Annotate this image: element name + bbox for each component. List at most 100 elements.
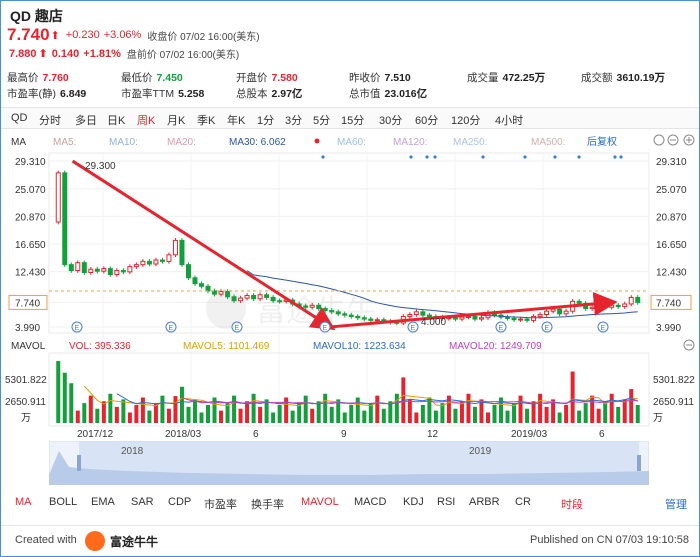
period-tab[interactable]: 月K <box>167 112 185 128</box>
svg-text:E: E <box>75 325 80 332</box>
navigator-left-handle[interactable] <box>77 455 81 471</box>
price-tick-right: 7.740 <box>656 298 681 309</box>
indicator-tab[interactable]: CDP <box>168 496 191 508</box>
svg-text:富途牛牛: 富途牛牛 <box>256 295 376 328</box>
candle-body <box>472 315 478 320</box>
period-tab[interactable]: 分时 <box>39 112 61 128</box>
price-tick-right: 3.990 <box>656 323 681 334</box>
volume-bar <box>284 397 289 423</box>
volume-bar <box>323 393 328 423</box>
candle-body <box>81 262 87 274</box>
period-tab[interactable]: 季K <box>197 112 215 128</box>
indicator-tab[interactable]: KDJ <box>403 496 424 508</box>
period-tab[interactable]: 周K <box>137 112 155 128</box>
candle-body <box>478 317 484 320</box>
stat-item: 开盘价 7.580 <box>236 70 298 85</box>
indicator-tab[interactable]: ARBR <box>469 496 500 508</box>
candle-body <box>172 239 178 256</box>
candle-body <box>159 259 165 262</box>
indicator-tab[interactable]: MACD <box>354 496 386 508</box>
svg-text:E: E <box>601 325 606 332</box>
vol-unit-right: 万 <box>653 413 663 424</box>
volume-bar <box>544 406 549 423</box>
stat-value: 7.450 <box>156 72 183 84</box>
indicator-tab[interactable]: SAR <box>131 496 154 508</box>
candle-body <box>635 296 641 303</box>
navigator-right-handle[interactable] <box>637 455 641 471</box>
volume-bar <box>349 404 354 423</box>
svg-text:E: E <box>545 325 550 332</box>
price-tick-left: 12.430 <box>15 268 46 279</box>
time-tick: 2018/03 <box>165 429 202 440</box>
candle-body <box>550 308 556 312</box>
info-icon[interactable] <box>653 134 665 146</box>
manage-button[interactable]: 管理 <box>665 496 687 512</box>
candle-body <box>75 262 81 272</box>
volume-bar <box>310 408 315 423</box>
volume-bar <box>108 393 113 423</box>
period-tab[interactable]: 3分 <box>285 112 302 128</box>
candle-body <box>420 311 426 316</box>
candle-body <box>120 270 126 273</box>
candle-body <box>199 283 204 287</box>
volume-bar <box>219 410 224 423</box>
kline-chart[interactable]: MA MA5: MA10: MA20: MA30: 6.062 MA60: MA120: M… <box>1 131 700 461</box>
indicator-tab[interactable]: 换手率 <box>251 496 284 512</box>
indicator-tab[interactable]: 市盈率 <box>204 496 237 512</box>
volume-bar <box>179 386 184 423</box>
period-tabs: QD 分时 多日 日K 周K 月K 季K 年K 1分 3分 5分 15分 30分 60分 120分 4小时 <box>1 107 699 129</box>
vol-tick-right-top: 5301.822 <box>653 375 695 386</box>
candle-body <box>413 311 419 315</box>
time-tick: 6 <box>599 429 605 440</box>
stat-label: 市盈率(静) <box>7 88 56 100</box>
period-tab[interactable]: 15分 <box>341 112 364 128</box>
period-tab[interactable]: QD <box>11 112 28 124</box>
navigator-canvas[interactable]: 2018 2019 <box>48 440 650 486</box>
period-tab[interactable]: 日K <box>107 112 125 128</box>
volume-bar <box>616 406 621 423</box>
indicator-tab[interactable]: 时段 <box>561 496 583 512</box>
time-tick: 6 <box>253 429 259 440</box>
candle-body <box>518 318 524 321</box>
volume-bar <box>603 401 608 423</box>
period-tab[interactable]: 1分 <box>257 112 274 128</box>
period-tab[interactable]: 30分 <box>379 112 402 128</box>
indicator-tab[interactable]: MA <box>15 496 32 508</box>
period-tab[interactable]: 年K <box>227 112 245 128</box>
stat-item: 总市值 23.016亿 <box>349 86 427 101</box>
premarket-change-pct: +1.81% <box>83 47 121 60</box>
volume-bar <box>56 361 61 423</box>
candle-body <box>55 172 61 223</box>
time-tick: 9 <box>341 429 347 440</box>
stat-label: 总市值 <box>349 88 381 100</box>
period-tab[interactable]: 4小时 <box>495 112 523 128</box>
time-navigator[interactable]: 2018 2019 <box>48 440 650 486</box>
adjust-button[interactable]: 后复权 <box>587 135 617 148</box>
mavol-legend-item: MAVOL20: 1249.709 <box>449 341 542 352</box>
volume-bar <box>525 408 530 423</box>
candle-body <box>602 304 608 308</box>
candle-body <box>459 316 465 320</box>
signal-dot <box>553 155 557 159</box>
time-tick: 2019/03 <box>511 429 548 440</box>
indicator-tab[interactable]: EMA <box>91 496 115 508</box>
stat-label: 最低价 <box>121 72 153 84</box>
candle-body <box>589 306 595 310</box>
period-tab[interactable]: 120分 <box>451 112 480 128</box>
indicator-tab[interactable]: MAVOL <box>301 496 339 508</box>
volume-bar <box>557 412 562 423</box>
candle-body <box>244 294 250 299</box>
quote-line: 7.740 ⬆ +0.230 +3.06% 收盘价 07/02 16:00(美东… <box>7 25 260 45</box>
indicator-tab[interactable]: CR <box>515 496 531 508</box>
indicator-tab[interactable]: BOLL <box>49 496 77 508</box>
candle-body <box>127 266 133 273</box>
period-tab[interactable]: 多日 <box>75 112 97 128</box>
period-tab[interactable]: 5分 <box>313 112 330 128</box>
period-tab[interactable]: 60分 <box>415 112 438 128</box>
stock-title: QD 趣店 <box>10 8 63 24</box>
price-tick-right: 20.870 <box>656 212 687 223</box>
signal-dot <box>613 155 617 159</box>
volume-bar <box>271 412 276 423</box>
indicator-tab[interactable]: RSI <box>437 496 455 508</box>
volume-bar <box>609 393 614 423</box>
